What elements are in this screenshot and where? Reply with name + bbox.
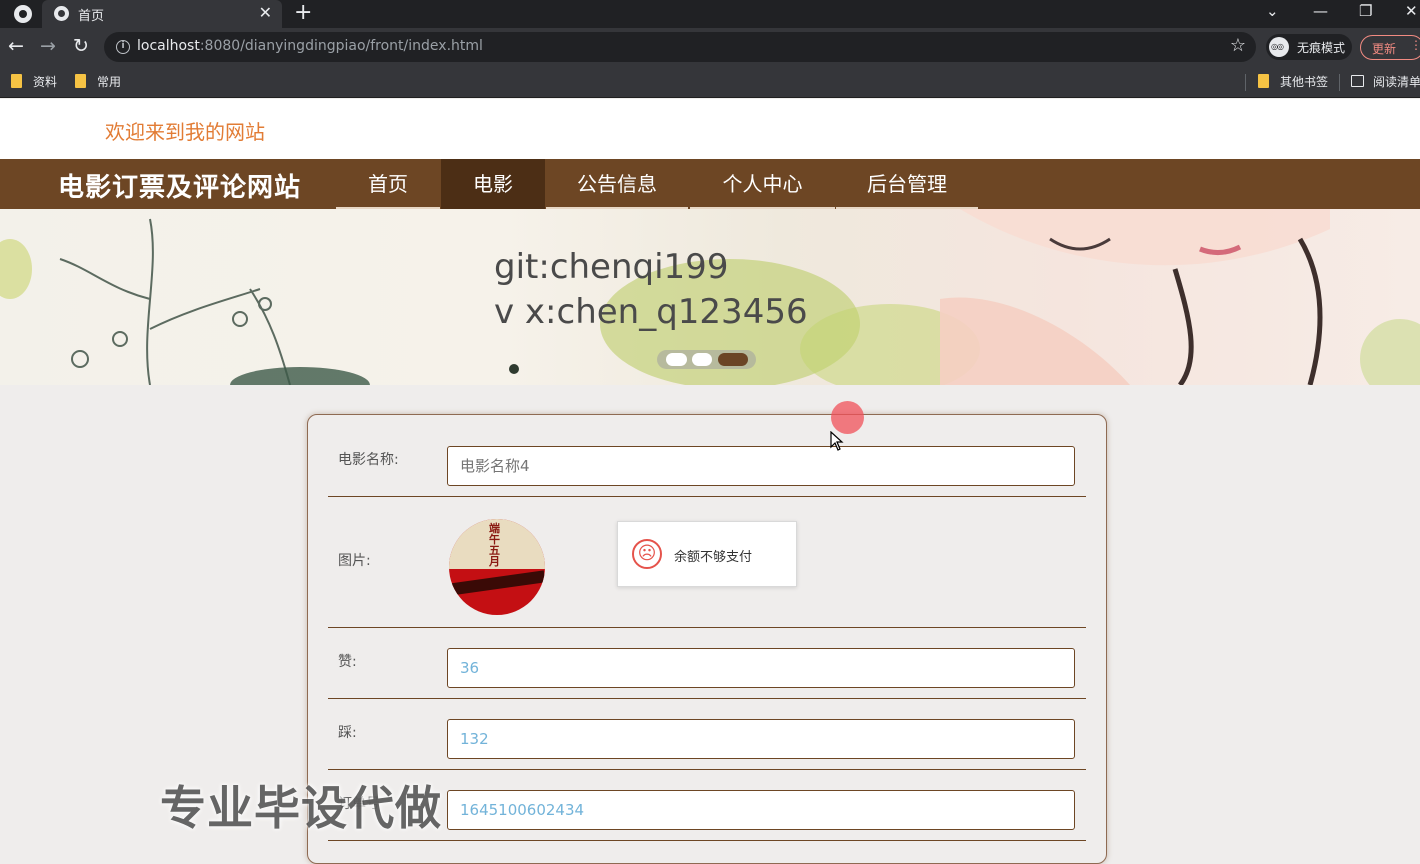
folder-icon [75,74,86,88]
incognito-icon [1269,37,1289,57]
order-id-field[interactable]: 1645100602434 [447,790,1075,830]
bookmark-folder-changyong[interactable]: 常用 [75,73,135,91]
movie-name-input[interactable] [447,446,1075,486]
welcome-text: 欢迎来到我的网站 [105,120,265,144]
browser-tab-bar: 首页 ✕ + ⌄ — ❐ ✕ [0,0,1420,28]
nav-movies[interactable]: 电影 [441,159,545,209]
row-divider [328,496,1086,497]
folder-icon [1258,74,1269,88]
banner-carousel[interactable]: git:chenqi199 v x:chen_q123456 [0,209,1420,385]
folder-icon [11,74,22,88]
minimize-button[interactable]: — [1313,2,1328,20]
new-tab-button[interactable]: + [294,1,312,25]
more-menu-icon[interactable]: ⋮ [1410,38,1420,52]
globe-icon [54,6,69,21]
reading-list-label: 阅读清单 [1373,75,1420,89]
sad-face-icon: ☹ [632,539,662,569]
address-bar[interactable]: i localhost:8080/dianyingdingpiao/front/… [104,32,1256,62]
mouse-cursor-icon [830,431,844,451]
row-divider [328,698,1086,699]
carousel-dot-1[interactable] [666,353,687,366]
bookmarks-bar: 资料 常用 其他书签 阅读清单 [0,66,1420,98]
carousel-dot-3[interactable] [718,353,748,366]
reading-list-icon [1351,75,1364,87]
url-text[interactable]: localhost:8080/dianyingdingpiao/front/in… [137,38,483,54]
browser-toolbar: ← → ↻ i localhost:8080/dianyingdingpiao/… [0,28,1420,66]
movie-poster-image: 端午五月 [449,519,545,615]
dislike-label: 踩: [338,725,357,741]
error-toast: ☹ 余额不够支付 [617,521,797,587]
back-arrow-icon[interactable]: ← [8,36,24,56]
like-label: 赞: [338,654,357,670]
like-count-field[interactable]: 36 [447,648,1075,688]
reload-icon[interactable]: ↻ [73,36,89,56]
poster-title-text: 端午五月 [489,522,500,568]
nav-profile[interactable]: 个人中心 [690,159,835,209]
bookmark-folder-other[interactable]: 其他书签 [1258,73,1338,91]
dislike-count-field[interactable]: 132 [447,719,1075,759]
tab-search-icon[interactable]: ⌄ [1266,2,1279,20]
bookmark-label: 其他书签 [1280,75,1329,89]
poster-bridge [449,570,545,596]
row-divider [328,769,1086,770]
toast-message: 余额不够支付 [674,550,753,565]
bookmark-separator [1339,74,1340,91]
tab-close-icon[interactable]: ✕ [259,3,272,22]
incognito-indicator[interactable]: 无痕模式 [1266,34,1352,60]
watermark-text: 专业毕设代做 [160,781,442,835]
nav-announcements[interactable]: 公告信息 [546,159,688,209]
incognito-label: 无痕模式 [1297,41,1346,55]
nav-home[interactable]: 首页 [336,159,440,209]
tab-title: 首页 [78,9,105,24]
info-icon[interactable]: i [116,40,130,54]
browser-tab[interactable]: 首页 ✕ [42,0,282,28]
bookmark-folder-ziliao[interactable]: 资料 [11,73,71,91]
banner-line-git: git:chenqi199 [494,247,729,287]
row-divider [328,627,1086,628]
image-label: 图片: [338,553,371,569]
movie-name-label: 电影名称: [338,452,399,468]
bookmark-separator [1245,74,1246,91]
row-divider [328,840,1086,841]
carousel-dot-2[interactable] [692,353,712,366]
bookmark-star-icon[interactable]: ☆ [1230,35,1246,56]
banner-line-wechat: v x:chen_q123456 [494,292,808,332]
click-highlight [831,401,864,434]
bookmark-label: 常用 [97,75,122,89]
reading-list-button[interactable]: 阅读清单 [1351,73,1420,91]
site-title[interactable]: 电影订票及评论网站 [58,167,301,204]
bookmark-label: 资料 [33,75,58,89]
update-label: 更新 [1372,42,1397,56]
close-window-button[interactable]: ✕ [1405,2,1418,20]
nav-admin[interactable]: 后台管理 [836,159,978,209]
chrome-menu-icon[interactable] [14,5,32,23]
restore-button[interactable]: ❐ [1359,2,1372,20]
forward-arrow-icon[interactable]: → [40,36,56,56]
